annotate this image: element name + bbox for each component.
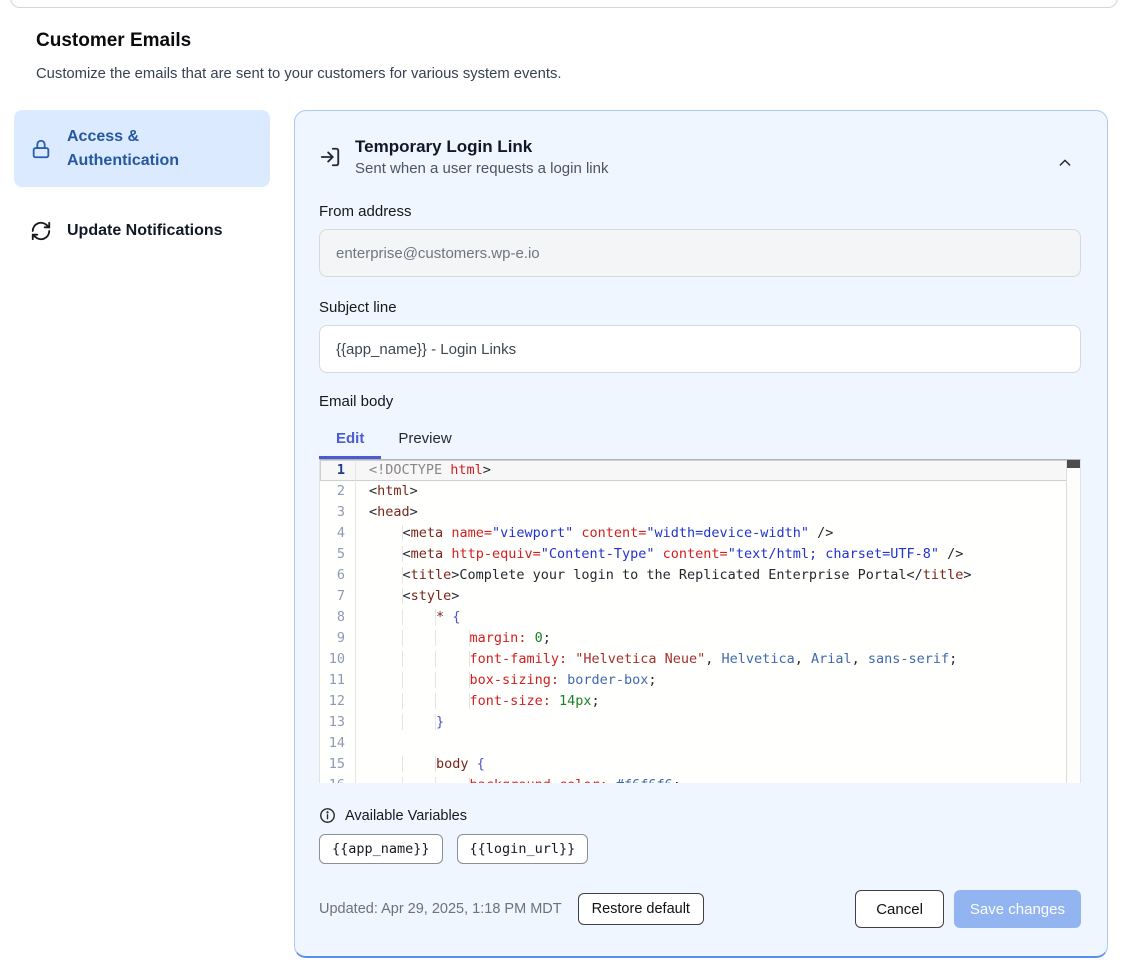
code-line: 7 <style>: [320, 586, 1080, 607]
code-line: 15 body {: [320, 754, 1080, 775]
from-address-input[interactable]: [319, 229, 1081, 277]
subject-line-input[interactable]: [319, 325, 1081, 373]
sidebar-item-label: Access & Authentication: [67, 125, 254, 171]
tab-edit[interactable]: Edit: [319, 426, 381, 459]
updated-timestamp: Updated: Apr 29, 2025, 1:18 PM MDT: [319, 901, 562, 917]
save-changes-button[interactable]: Save changes: [954, 890, 1081, 928]
code-line: 6 <title>Complete your login to the Repl…: [320, 565, 1080, 586]
chevron-up-icon: [1057, 155, 1073, 171]
available-variables-row: Available Variables: [319, 807, 1081, 824]
panel-title: Temporary Login Link: [355, 137, 1081, 157]
scrollbar-thumb[interactable]: [1067, 460, 1080, 468]
variable-chip-login-url[interactable]: {{login_url}}: [457, 834, 589, 864]
code-line: 14: [320, 733, 1080, 754]
code-line: 13 }: [320, 712, 1080, 733]
sidebar-item-label: Update Notifications: [67, 219, 223, 242]
code-line: 12 font-size: 14px;: [320, 691, 1080, 712]
refresh-icon: [30, 220, 52, 242]
code-line: 16 background-color: #f6f6f6;: [320, 775, 1080, 783]
restore-default-button[interactable]: Restore default: [578, 893, 704, 925]
available-variables-label: Available Variables: [345, 808, 467, 824]
panel-subtitle: Sent when a user requests a login link: [355, 160, 1081, 177]
variable-chips: {{app_name}} {{login_url}}: [319, 834, 1081, 864]
editor-vertical-scrollbar[interactable]: [1066, 460, 1080, 783]
email-types-sidebar: Access & Authentication Update Notificat…: [14, 110, 270, 256]
code-line: 1<!DOCTYPE html>: [320, 460, 1080, 481]
info-icon[interactable]: [319, 807, 336, 824]
code-line: 9 margin: 0;: [320, 628, 1080, 649]
previous-section-edge: [10, 0, 1118, 8]
collapse-panel-button[interactable]: [1053, 151, 1077, 175]
panel-header-text: Temporary Login Link Sent when a user re…: [355, 137, 1081, 177]
code-line: 3<head>: [320, 502, 1080, 523]
email-body-label: Email body: [319, 393, 1081, 410]
cancel-button[interactable]: Cancel: [855, 890, 944, 928]
sidebar-item-update-notifications[interactable]: Update Notifications: [14, 205, 270, 256]
panel-footer: Updated: Apr 29, 2025, 1:18 PM MDT Resto…: [319, 890, 1081, 928]
page-title: Customer Emails: [36, 30, 191, 52]
page-subtitle: Customize the emails that are sent to yo…: [36, 66, 562, 82]
code-lines: 1<!DOCTYPE html>2<html>3<head>4 <meta na…: [320, 460, 1080, 783]
tab-preview[interactable]: Preview: [381, 426, 468, 459]
panel-header: Temporary Login Link Sent when a user re…: [319, 137, 1081, 177]
code-line: 2<html>: [320, 481, 1080, 502]
code-line: 10 font-family: "Helvetica Neue", Helvet…: [320, 649, 1080, 670]
code-line: 8 * {: [320, 607, 1080, 628]
email-body-tabs: Edit Preview: [319, 426, 1081, 459]
sidebar-item-access-authentication[interactable]: Access & Authentication: [14, 110, 270, 187]
subject-line-label: Subject line: [319, 299, 1081, 316]
customer-emails-page: Customer Emails Customize the emails tha…: [0, 0, 1128, 980]
code-line: 4 <meta name="viewport" content="width=d…: [320, 523, 1080, 544]
temporary-login-link-panel: Temporary Login Link Sent when a user re…: [294, 110, 1108, 958]
lock-icon: [30, 138, 52, 160]
login-icon: [319, 146, 341, 168]
variable-chip-app-name[interactable]: {{app_name}}: [319, 834, 443, 864]
code-line: 5 <meta http-equiv="Content-Type" conten…: [320, 544, 1080, 565]
code-line: 11 box-sizing: border-box;: [320, 670, 1080, 691]
code-editor[interactable]: 1<!DOCTYPE html>2<html>3<head>4 <meta na…: [319, 459, 1081, 783]
from-address-label: From address: [319, 203, 1081, 220]
